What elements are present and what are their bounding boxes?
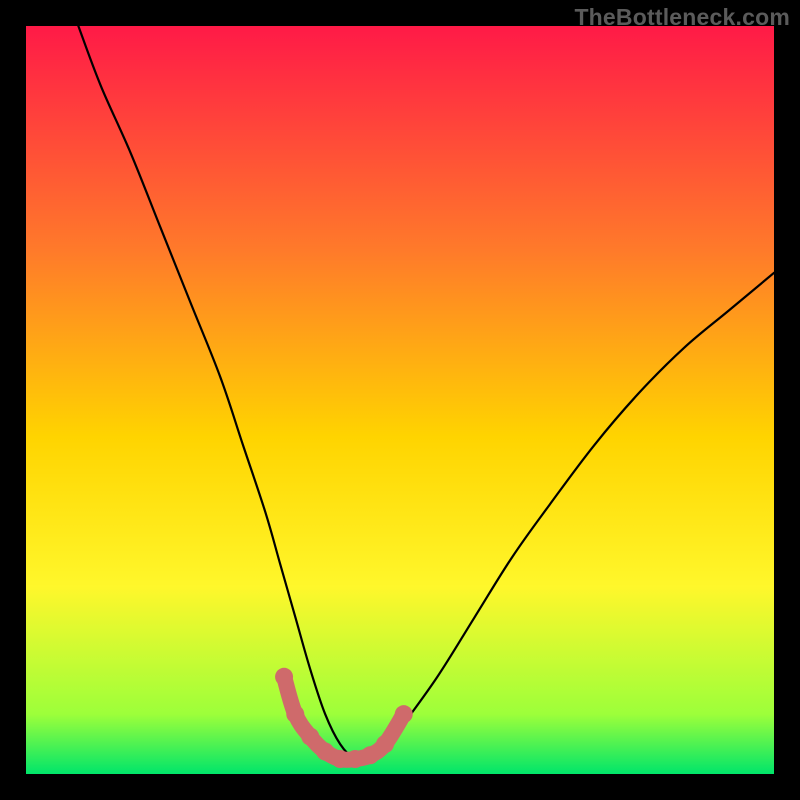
gradient-background [26, 26, 774, 774]
chart-frame: TheBottleneck.com [0, 0, 800, 800]
chart-svg [26, 26, 774, 774]
watermark-text: TheBottleneck.com [574, 4, 790, 31]
plot-area [26, 26, 774, 774]
